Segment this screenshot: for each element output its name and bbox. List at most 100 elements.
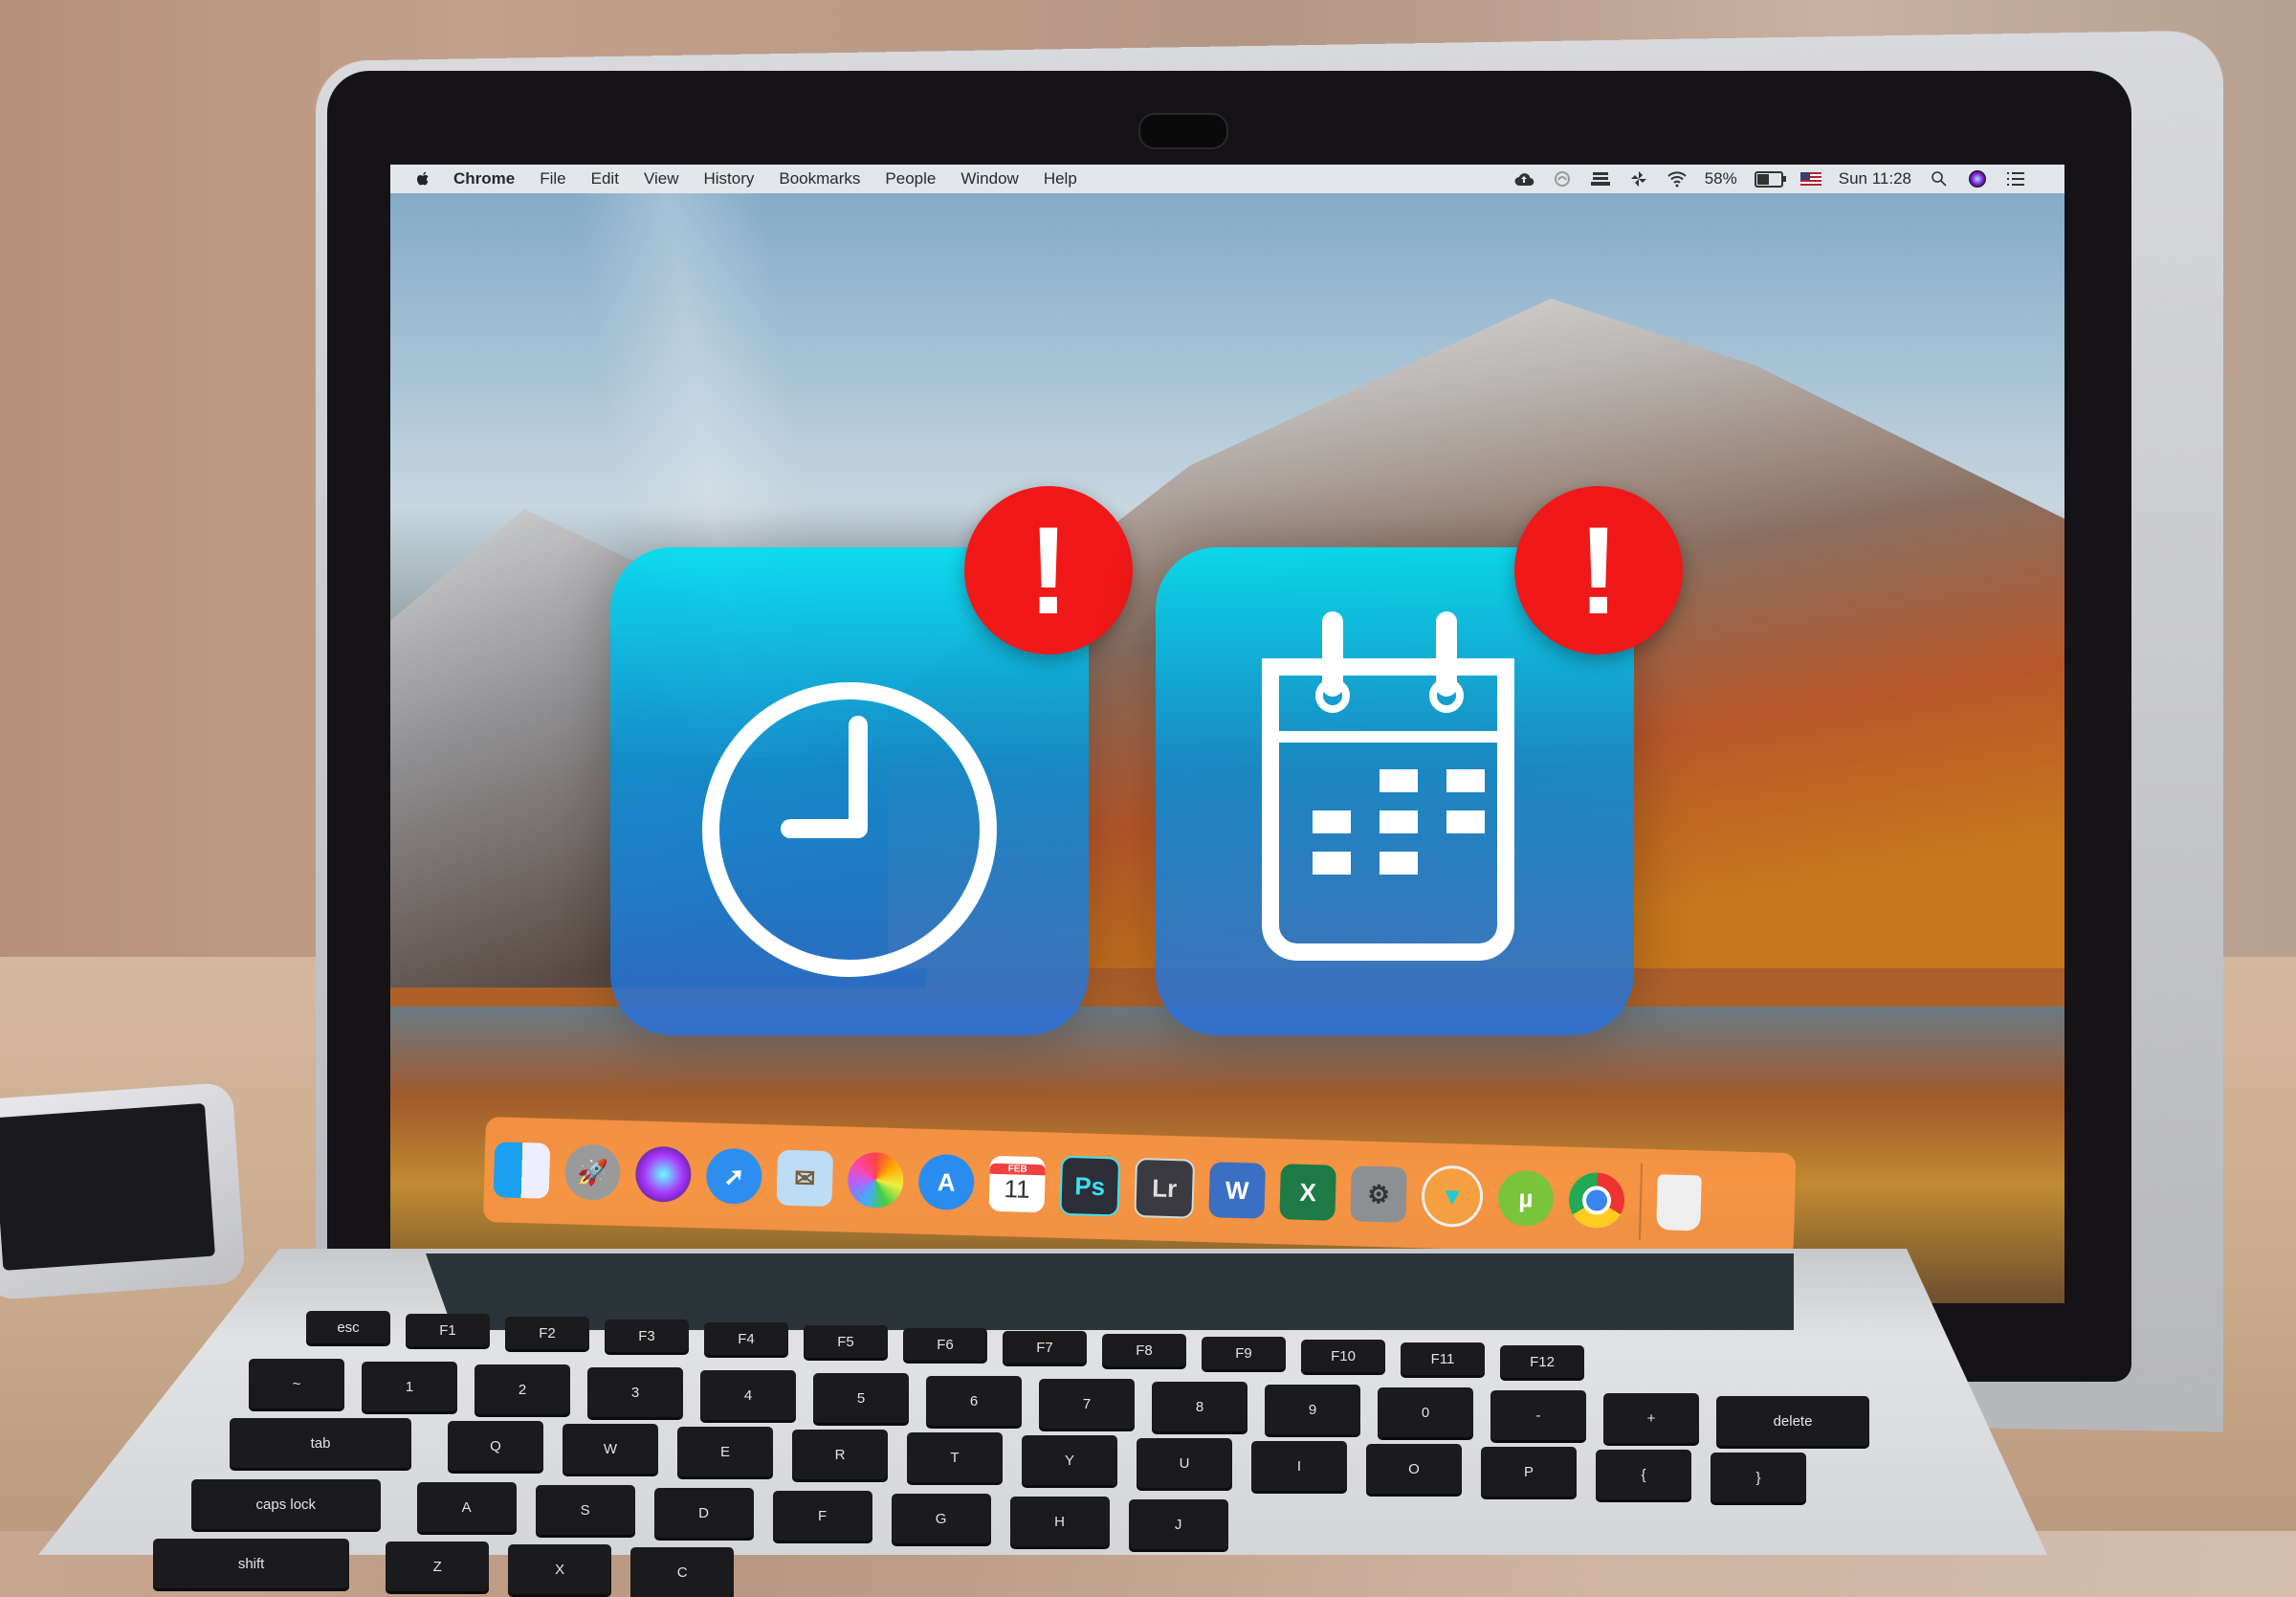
key-q[interactable]: Q [448,1421,543,1471]
flower-icon[interactable] [847,1151,905,1209]
key-f11[interactable]: F11 [1401,1342,1485,1375]
key-0[interactable]: 0 [1378,1387,1473,1437]
siri-dock-icon[interactable] [634,1145,693,1203]
key-h[interactable]: H [1009,1497,1110,1546]
key--[interactable]: } [1711,1453,1806,1502]
key-i[interactable]: I [1251,1441,1347,1491]
key-7[interactable]: 7 [1039,1379,1135,1429]
webcam [1138,113,1228,149]
wifi-icon[interactable] [1667,169,1688,189]
key-shift[interactable]: shift [153,1539,350,1588]
key-x[interactable]: X [508,1544,612,1594]
key-c[interactable]: C [630,1547,735,1597]
key--[interactable]: - [1490,1390,1586,1440]
stamp-icon[interactable]: ✉ [776,1149,834,1208]
key-1[interactable]: 1 [362,1362,457,1411]
lightroom-icon[interactable]: Lr [1134,1157,1196,1219]
cloud-upload-icon[interactable] [1513,169,1534,189]
word-icon[interactable]: W [1208,1162,1266,1219]
menu-bookmarks[interactable]: Bookmarks [779,169,860,189]
key-f10[interactable]: F10 [1301,1340,1385,1372]
key-p[interactable]: P [1481,1447,1577,1497]
compass-icon[interactable]: ➚ [705,1147,763,1206]
us-flag-icon[interactable] [1799,172,1821,186]
clock-alert-badge: ! [964,486,1133,654]
list-icon[interactable] [2005,169,2026,189]
key-f1[interactable]: F1 [406,1314,490,1346]
keyboard: esc F1 F2 F3 F4 F5 F6 F7 F8 F9 F10 F11 F12 ~1 2 3 4 5 6 7 8 9… [115,1311,1932,1597]
key-f[interactable]: F [772,1491,872,1541]
key-caps-lock[interactable]: caps lock [191,1479,381,1529]
menu-window[interactable]: Window [960,169,1018,189]
calendar-month: FEB [989,1163,1046,1176]
key-esc[interactable]: esc [306,1311,390,1343]
search-icon[interactable] [1929,169,1950,189]
siri-icon[interactable] [1967,169,1988,189]
utorrent-icon[interactable]: µ [1497,1169,1555,1228]
excel-icon[interactable]: X [1279,1164,1336,1221]
rocket-icon[interactable]: 🚀 [563,1143,622,1201]
calendar-day: 11 [1004,1174,1031,1204]
chrome-icon[interactable] [1568,1171,1625,1230]
key-f12[interactable]: F12 [1500,1345,1584,1378]
menu-view[interactable]: View [644,169,679,189]
key-f7[interactable]: F7 [1003,1331,1087,1364]
key-a[interactable]: A [416,1482,517,1532]
key-r[interactable]: R [792,1430,888,1479]
key--[interactable]: ~ [249,1359,344,1408]
key-2[interactable]: 2 [475,1364,570,1414]
menu-bar: Chrome File Edit View History Bookmarks … [390,165,2064,193]
key-j[interactable]: J [1128,1499,1228,1549]
photoshop-icon[interactable]: Ps [1059,1155,1121,1217]
key-f5[interactable]: F5 [804,1325,888,1358]
drive-icon[interactable] [1590,169,1611,189]
key-f8[interactable]: F8 [1102,1334,1186,1366]
key-s[interactable]: S [535,1485,635,1535]
key-u[interactable]: U [1137,1438,1232,1488]
menu-app-name[interactable]: Chrome [453,169,515,189]
key-9[interactable]: 9 [1265,1385,1360,1434]
menu-file[interactable]: File [540,169,565,189]
menu-history[interactable]: History [703,169,754,189]
key-3[interactable]: 3 [587,1367,683,1417]
key--[interactable]: { [1596,1450,1691,1499]
key-8[interactable]: 8 [1152,1382,1247,1431]
menu-people[interactable]: People [885,169,936,189]
key-4[interactable]: 4 [700,1370,796,1420]
key-f9[interactable]: F9 [1202,1337,1286,1369]
key-delete[interactable]: delete [1716,1396,1869,1446]
key-e[interactable]: E [677,1427,773,1476]
app-store-icon[interactable]: A [917,1153,976,1211]
key-f2[interactable]: F2 [505,1317,589,1349]
key-6[interactable]: 6 [926,1376,1022,1426]
creative-cloud-icon[interactable] [1552,169,1573,189]
battery-level [1756,173,1770,185]
menu-clock[interactable]: Sun 11:28 [1839,169,1911,189]
key-5[interactable]: 5 [813,1373,909,1423]
key-g[interactable]: G [891,1494,991,1543]
calendar-dock-icon[interactable]: FEB 11 [988,1155,1047,1213]
key-o[interactable]: O [1366,1444,1462,1494]
battery-percent[interactable]: 58% [1705,169,1737,189]
menu-edit[interactable]: Edit [591,169,619,189]
key-y[interactable]: Y [1022,1435,1117,1485]
smartphone [0,1081,246,1301]
key-f6[interactable]: F6 [903,1328,987,1361]
key--[interactable]: + [1603,1393,1699,1443]
apple-icon[interactable] [413,169,432,189]
key-tab[interactable]: tab [230,1418,411,1468]
key-w[interactable]: W [563,1424,658,1474]
transfer-icon[interactable]: ▼ [1421,1164,1484,1229]
gear-icon[interactable]: ⚙ [1350,1165,1407,1223]
finder-icon[interactable] [493,1142,551,1199]
calendar-alert-badge: ! [1514,486,1683,654]
battery-icon[interactable] [1754,170,1786,188]
key-t[interactable]: T [907,1432,1003,1482]
key-f3[interactable]: F3 [605,1320,689,1352]
pinwheel-icon[interactable] [1628,169,1649,189]
key-f4[interactable]: F4 [704,1322,788,1355]
key-d[interactable]: D [653,1488,754,1538]
menu-help[interactable]: Help [1044,169,1077,189]
trash-icon[interactable] [1656,1174,1702,1231]
key-z[interactable]: Z [386,1542,490,1591]
